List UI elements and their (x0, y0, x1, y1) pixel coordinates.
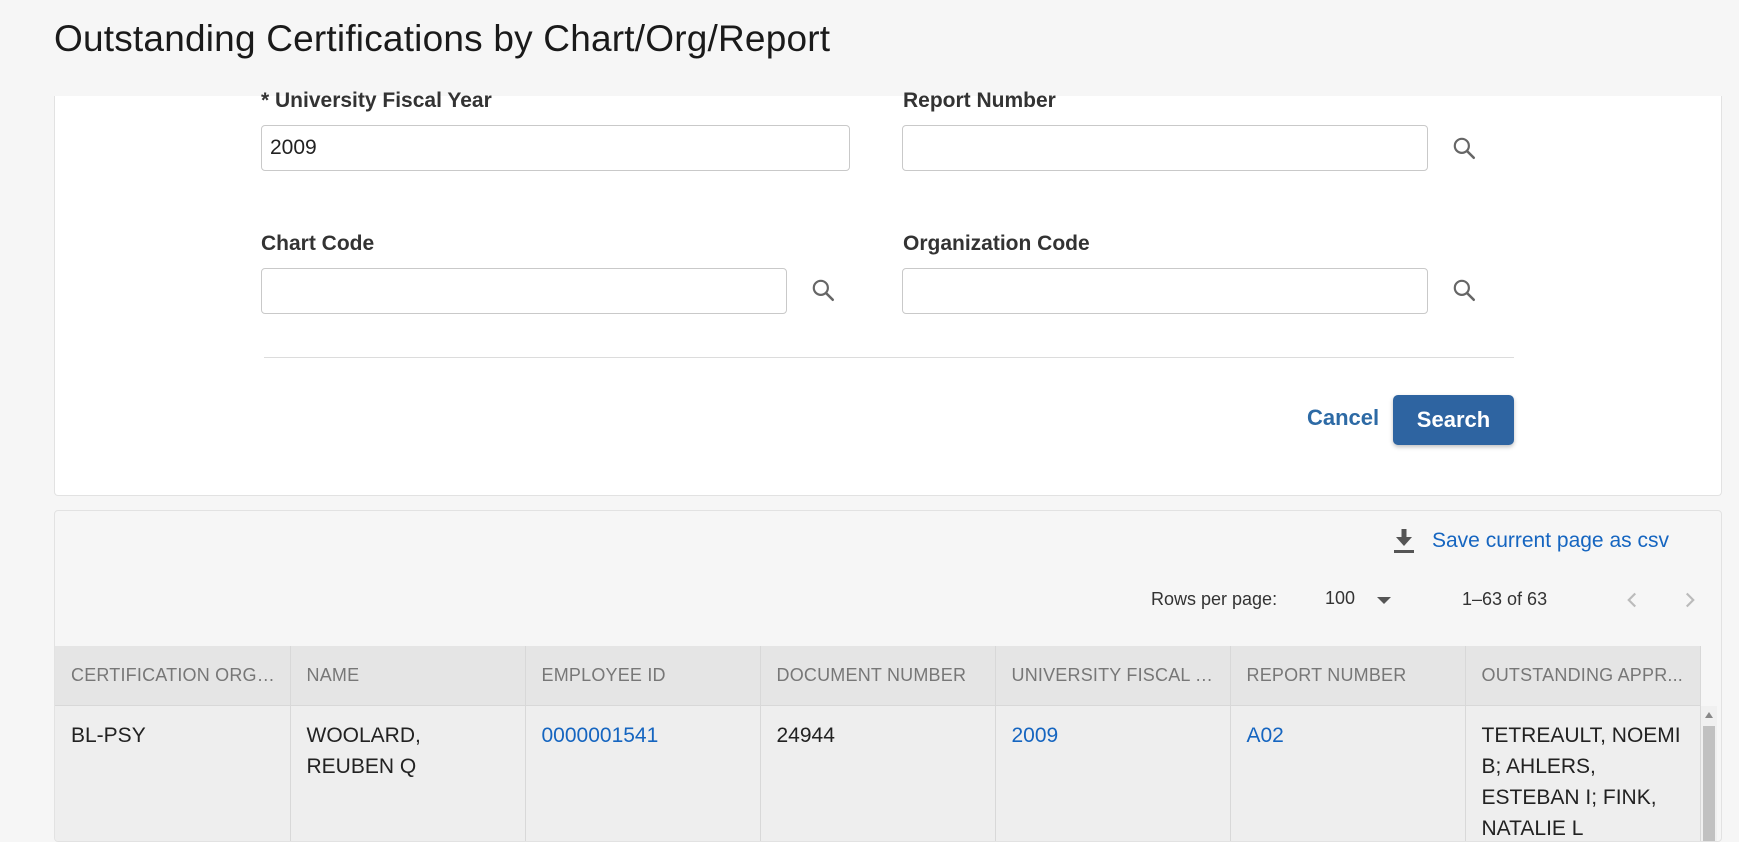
form-divider (264, 357, 1514, 358)
report-number-lookup-button[interactable] (1446, 130, 1482, 166)
cell-employee-id: 0000001541 (525, 706, 760, 842)
cell-document-number: 24944 (760, 706, 995, 842)
search-icon (1451, 135, 1477, 161)
fiscal-year-label: * University Fiscal Year (261, 89, 492, 113)
table-header-row: CERTIFICATION ORGA... NAME EMPLOYEE ID D… (55, 646, 1700, 706)
rows-per-page-label: Rows per page: (1151, 589, 1277, 610)
organization-code-label: Organization Code (903, 232, 1090, 256)
search-form-card: * University Fiscal Year Report Number C… (54, 96, 1722, 496)
previous-page-button[interactable] (1619, 587, 1645, 613)
save-csv-button[interactable]: Save current page as csv (1392, 521, 1669, 561)
organization-code-lookup-button[interactable] (1446, 272, 1482, 308)
table-row: BL-PSY WOOLARD, REUBEN Q 0000001541 2494… (55, 706, 1700, 842)
employee-id-link[interactable]: 0000001541 (542, 724, 659, 747)
page-title: Outstanding Certifications by Chart/Org/… (54, 18, 830, 60)
cell-approvers: TETREAULT, NOEMI B; AHLERS, ESTEBAN I; F… (1465, 706, 1700, 842)
column-header-fiscal-year[interactable]: UNIVERSITY FISCAL Y... (995, 646, 1230, 706)
search-icon (810, 277, 836, 303)
save-csv-label: Save current page as csv (1432, 529, 1669, 553)
scroll-up-arrow-icon[interactable] (1705, 712, 1713, 718)
download-icon (1392, 527, 1416, 555)
column-header-employee-id[interactable]: EMPLOYEE ID (525, 646, 760, 706)
chevron-down-icon (1377, 597, 1391, 604)
report-number-label: Report Number (903, 89, 1056, 113)
cell-report-number: A02 (1230, 706, 1465, 842)
chevron-right-icon (1677, 587, 1703, 613)
next-page-button[interactable] (1677, 587, 1703, 613)
fiscal-year-input[interactable] (261, 125, 850, 171)
search-icon (1451, 277, 1477, 303)
cell-org: BL-PSY (55, 706, 290, 842)
rows-per-page-select[interactable]: 100 (1325, 585, 1395, 615)
search-button[interactable]: Search (1393, 395, 1514, 445)
pagination-bar: Rows per page: 100 1–63 of 63 (55, 585, 1721, 615)
cell-fiscal-year: 2009 (995, 706, 1230, 842)
chart-code-lookup-button[interactable] (805, 272, 841, 308)
column-header-outstanding-approvers[interactable]: OUTSTANDING APPR... (1465, 646, 1700, 706)
column-header-certification-org[interactable]: CERTIFICATION ORGA... (55, 646, 290, 706)
column-header-document-number[interactable]: DOCUMENT NUMBER (760, 646, 995, 706)
report-number-link[interactable]: A02 (1247, 724, 1284, 747)
chart-code-input[interactable] (261, 268, 787, 314)
chevron-left-icon (1619, 587, 1645, 613)
results-table: CERTIFICATION ORGA... NAME EMPLOYEE ID D… (55, 646, 1701, 842)
chart-code-label: Chart Code (261, 232, 374, 256)
results-panel: Save current page as csv Rows per page: … (54, 510, 1722, 842)
cell-name: WOOLARD, REUBEN Q (290, 706, 525, 842)
organization-code-input[interactable] (902, 268, 1428, 314)
column-header-name[interactable]: NAME (290, 646, 525, 706)
cancel-button[interactable]: Cancel (1299, 394, 1387, 442)
rows-per-page-value: 100 (1325, 588, 1355, 609)
pagination-range: 1–63 of 63 (1462, 589, 1547, 610)
report-number-input[interactable] (902, 125, 1428, 171)
column-header-report-number[interactable]: REPORT NUMBER (1230, 646, 1465, 706)
table-scrollbar[interactable] (1701, 706, 1717, 842)
fiscal-year-link[interactable]: 2009 (1012, 724, 1059, 747)
scrollbar-thumb[interactable] (1703, 726, 1715, 842)
